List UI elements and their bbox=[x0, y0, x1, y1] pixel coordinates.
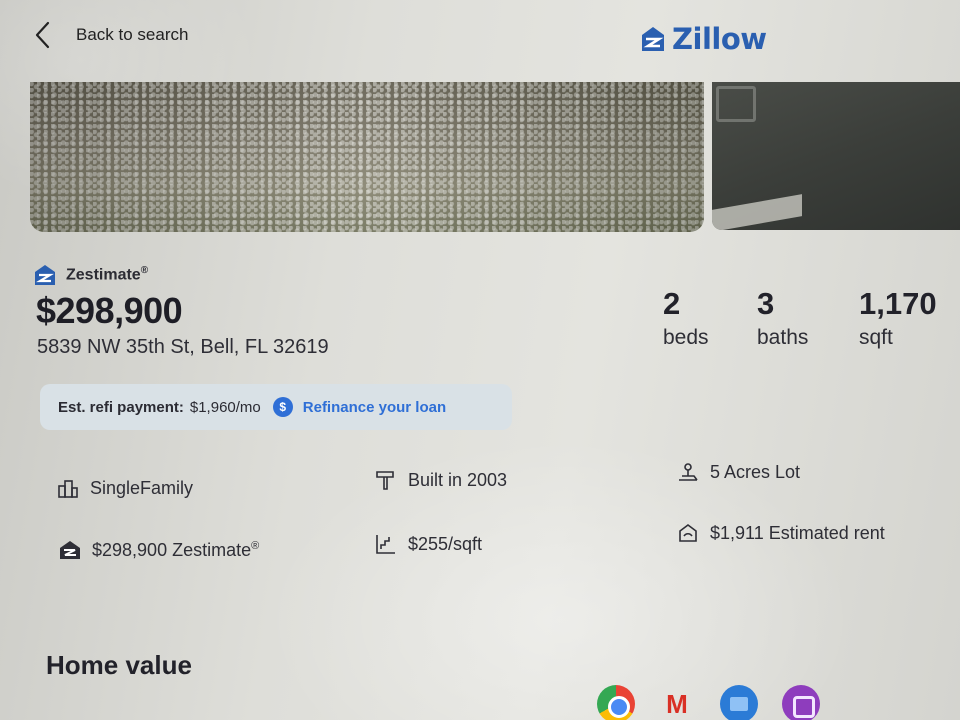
sqft-fact: 1,170 sqft bbox=[859, 286, 937, 350]
detail-home-type: SingleFamily bbox=[56, 476, 193, 500]
registered-mark: ® bbox=[251, 539, 260, 552]
zestimate-detail-value: $298,900 Zestimate bbox=[92, 539, 252, 560]
price-per-sqft-text: $255/sqft bbox=[408, 533, 483, 554]
baths-count: 3 bbox=[757, 286, 775, 321]
sqft-label: sqft bbox=[859, 326, 893, 349]
chevron-left-icon bbox=[35, 21, 50, 49]
sqft-count: 1,170 bbox=[859, 286, 937, 321]
beds-fact: 2 beds bbox=[663, 286, 709, 350]
zestimate-small-icon bbox=[60, 541, 80, 559]
zestimate-text: Zestimate bbox=[66, 266, 141, 284]
photo-detail bbox=[716, 86, 756, 122]
baths-label: baths bbox=[757, 326, 809, 349]
gmail-icon[interactable]: M bbox=[658, 685, 696, 720]
listing-photo-main[interactable] bbox=[30, 82, 704, 232]
refinance-link[interactable]: Refinance your loan bbox=[303, 399, 446, 416]
price-per-sqft-icon bbox=[376, 535, 395, 554]
zillow-logo[interactable]: Zillow bbox=[640, 22, 767, 56]
files-icon[interactable] bbox=[720, 685, 758, 720]
home-type-text: SingleFamily bbox=[90, 477, 194, 498]
zestimate-label: Zestimate® bbox=[66, 265, 148, 284]
rent-icon bbox=[679, 524, 697, 542]
lot-icon bbox=[679, 463, 698, 481]
app-icon[interactable] bbox=[782, 685, 820, 720]
detail-zestimate: $298,900 Zestimate® bbox=[58, 538, 259, 562]
detail-year-built: Built in 2003 bbox=[374, 468, 507, 492]
photo-detail bbox=[712, 194, 802, 230]
refi-payment-value: $1,960/mo bbox=[189, 398, 261, 416]
lot-size-text: 5 Acres Lot bbox=[710, 461, 801, 482]
baths-fact: 3 baths bbox=[757, 286, 808, 350]
home-price: $298,900 bbox=[36, 290, 183, 331]
back-label: Back to search bbox=[76, 25, 189, 44]
detail-price-per-sqft: $255/sqft bbox=[374, 532, 482, 556]
building-icon bbox=[58, 480, 78, 498]
zestimate-header: Zestimate® bbox=[34, 264, 148, 286]
back-to-search-button[interactable]: Back to search bbox=[32, 20, 188, 50]
zestimate-icon bbox=[35, 265, 55, 285]
home-value-heading: Home value bbox=[46, 650, 192, 680]
property-address: 5839 NW 35th St, Bell, FL 32619 bbox=[37, 336, 329, 358]
dollar-icon: $ bbox=[272, 397, 293, 417]
refi-banner: Est. refi payment: $1,960/mo $ Refinance… bbox=[40, 384, 512, 430]
zestimate-detail-text: $298,900 Zestimate® bbox=[92, 540, 259, 561]
beds-count: 2 bbox=[663, 286, 681, 321]
detail-lot-size: 5 Acres Lot bbox=[676, 460, 800, 484]
estimated-rent-text: $1,911 Estimated rent bbox=[710, 522, 885, 543]
zillow-house-icon bbox=[642, 27, 664, 51]
zillow-wordmark: Zillow bbox=[672, 22, 767, 56]
year-built-text: Built in 2003 bbox=[408, 469, 508, 490]
listing-photo-secondary[interactable] bbox=[712, 82, 960, 230]
top-header: Back to search Zillow bbox=[0, 0, 960, 78]
detail-estimated-rent: $1,911 Estimated rent bbox=[676, 521, 885, 545]
registered-mark: ® bbox=[140, 265, 149, 277]
chrome-icon[interactable] bbox=[597, 685, 635, 720]
beds-label: beds bbox=[663, 326, 709, 349]
refi-label: Est. refi payment: bbox=[58, 398, 184, 416]
hammer-icon bbox=[376, 471, 394, 490]
